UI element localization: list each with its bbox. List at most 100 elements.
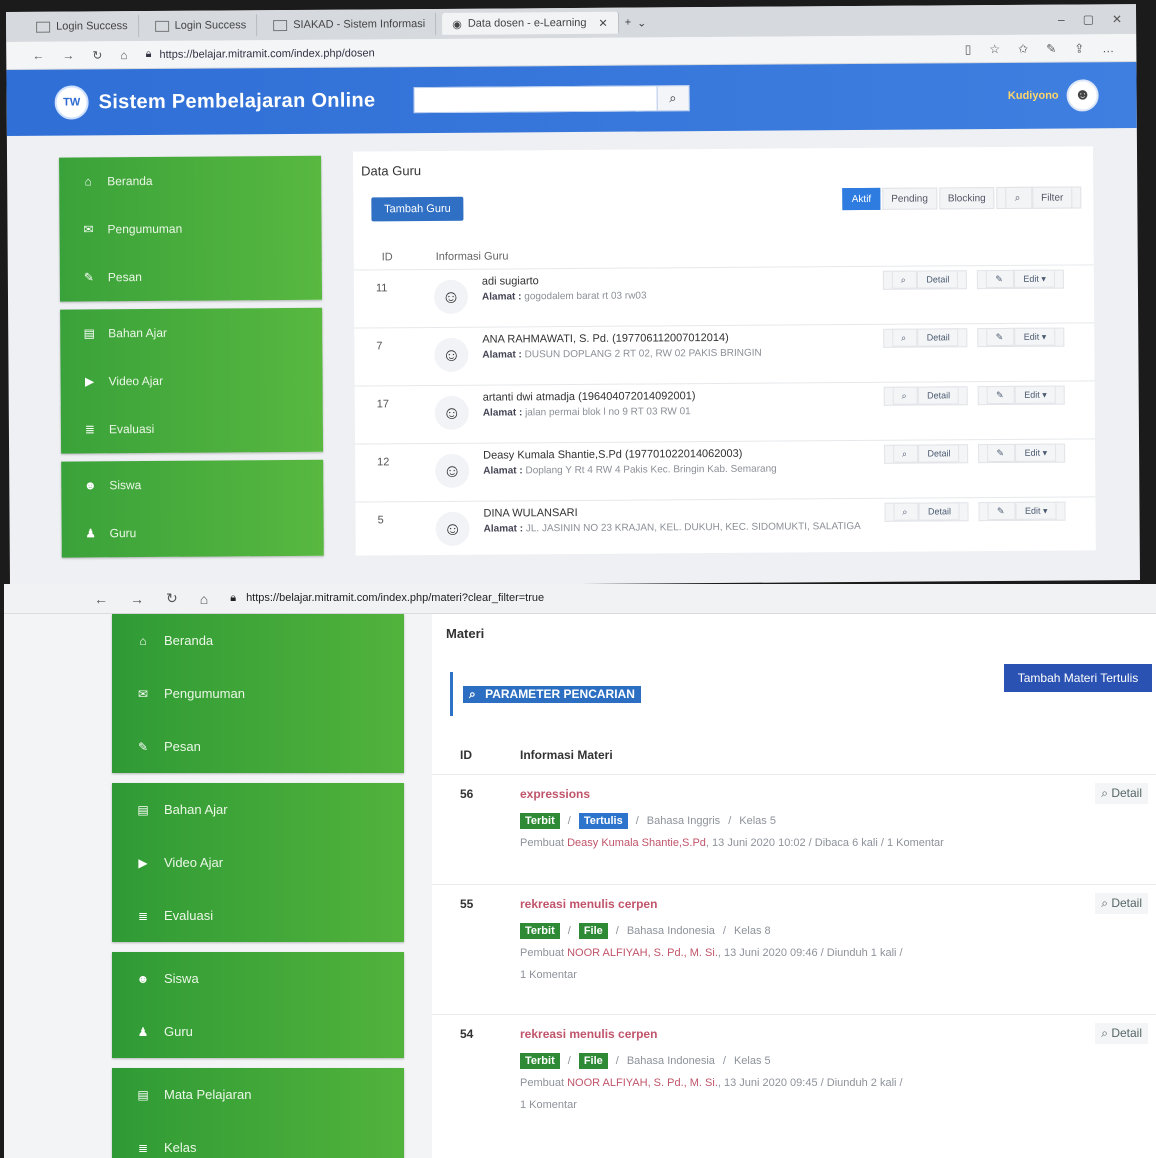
sidebar-item-video-ajar[interactable]: ▶ Video Ajar	[112, 836, 404, 889]
browser-tab[interactable]: SIAKAD - Sistem Informasi	[263, 12, 437, 37]
avatar: ☺	[434, 337, 469, 372]
row-id: 12	[377, 456, 390, 469]
sidebar-item-guru[interactable]: ♟ Guru	[112, 1005, 404, 1058]
sidebar-item-beranda[interactable]: ⌂ Beranda	[59, 156, 321, 206]
column-header-info: Informasi Guru	[435, 250, 509, 263]
sidebar-item-pengumuman[interactable]: ✉ Pengumuman	[59, 204, 321, 254]
sidebar-item-evaluasi[interactable]: ≣ Evaluasi	[112, 889, 404, 942]
sidebar-item-beranda[interactable]: ⌂ Beranda	[112, 614, 404, 667]
add-materi-button[interactable]: Tambah Materi Tertulis	[1004, 664, 1152, 692]
sidebar-item-pesan[interactable]: ✎ Pesan	[60, 252, 322, 302]
sidebar-group: ⌂ Beranda ✉ Pengumuman ✎ Pesan	[59, 155, 323, 302]
sidebar-item-bahan-ajar[interactable]: ▤ Bahan Ajar	[60, 308, 322, 358]
reading-view-icon[interactable]: ▯	[965, 42, 972, 56]
browser-tab-active[interactable]: ◉ Data dosen - e-Learning ✕	[442, 11, 619, 35]
edit-button[interactable]: ✎ Edit ▾	[977, 269, 1064, 290]
materi-title[interactable]: rekreasi menulis cerpen	[520, 1027, 657, 1041]
minimize-icon[interactable]: –	[1058, 13, 1065, 27]
favorite-star-icon[interactable]: ☆	[989, 42, 1000, 56]
sidebar-item-guru[interactable]: ♟ Guru	[61, 508, 323, 558]
chat-icon: ✎	[83, 270, 94, 285]
add-guru-button[interactable]: Tambah Guru	[371, 196, 464, 222]
more-icon[interactable]: …	[1102, 41, 1114, 55]
sidebar-group: ▤ Bahan Ajar ▶ Video Ajar ≣ Evaluasi	[112, 783, 404, 942]
sidebar-item-bahan-ajar[interactable]: ▤ Bahan Ajar	[112, 783, 404, 836]
search-icon[interactable]: ⌕	[657, 85, 690, 112]
edit-button[interactable]: ✎ Edit ▾	[978, 385, 1065, 406]
detail-button[interactable]: ⌕ Detail	[883, 444, 969, 464]
sidebar-item-video-ajar[interactable]: ▶ Video Ajar	[60, 356, 322, 406]
detail-button[interactable]: ⌕ Detail	[882, 270, 968, 290]
row-actions: ⌕ Detail ✎ Edit ▾	[883, 327, 1065, 348]
book-icon: ▤	[137, 802, 149, 817]
filter-pending[interactable]: Pending	[882, 187, 937, 210]
browser-tab[interactable]: Login Success	[26, 15, 139, 38]
sidebar-item-kelas[interactable]: ≣ Kelas	[112, 1121, 404, 1158]
user-menu[interactable]: Kudiyono ☻	[1008, 79, 1099, 112]
url-field[interactable]: 🔒︎ https://belajar.mitramit.com/index.php…	[146, 46, 375, 61]
list-icon: ≣	[137, 908, 149, 923]
url-field[interactable]: 🔒︎ https://belajar.mitramit.com/index.php…	[230, 592, 544, 605]
materi-title[interactable]: rekreasi menulis cerpen	[520, 897, 657, 911]
search-input[interactable]	[413, 85, 658, 114]
main-panel: Data Guru Tambah Guru Aktif Pending Bloc…	[352, 146, 1096, 560]
edit-icon: ✎	[987, 385, 1016, 405]
table-row: 5 ☺ DINA WULANSARI Alamat : JL. JASININ NO …	[355, 496, 1096, 560]
list-icon: ≣	[84, 422, 95, 437]
detail-button[interactable]: ⌕ Detail	[1095, 893, 1148, 914]
home-icon: ⌂	[84, 174, 92, 189]
sidebar-item-siswa[interactable]: ☻ Siswa	[61, 460, 323, 510]
table-row: 12 ☺ Deasy Kumala Shantie,S.Pd (1977010220…	[355, 438, 1096, 502]
guru-address: Alamat : DUSUN DOPLANG 2 RT 02, RW 02 PA…	[482, 347, 762, 361]
search-icon: ⌕	[1101, 896, 1112, 910]
home-icon[interactable]: ⌂	[200, 591, 208, 607]
home-icon[interactable]: ⌂	[120, 48, 127, 62]
detail-button[interactable]: ⌕ Detail	[1095, 1023, 1148, 1044]
forward-icon[interactable]: →	[62, 48, 74, 62]
detail-button[interactable]: ⌕ Detail	[883, 386, 969, 406]
refresh-icon[interactable]: ↻	[166, 590, 178, 607]
forward-icon[interactable]: →	[130, 591, 144, 607]
chevron-down-icon[interactable]: ⌄	[637, 16, 646, 29]
sidebar-item-mata-pelajaran[interactable]: ▤ Mata Pelajaran	[112, 1068, 404, 1121]
search-icon: ⌕	[891, 270, 918, 289]
share-icon[interactable]: ⇪	[1074, 41, 1084, 55]
subject: Bahasa Indonesia	[626, 1055, 715, 1067]
filter-aktif[interactable]: Aktif	[842, 187, 881, 211]
sidebar: ⌂ Beranda ✉ Pengumuman ✎ Pesan ▤ Bahan Ajar …	[59, 155, 324, 566]
sidebar-item-siswa[interactable]: ☻ Siswa	[112, 952, 404, 1005]
status-filter: Aktif Pending Blocking ⌕ Filter	[842, 186, 1082, 211]
browser-tab[interactable]: Login Success	[144, 14, 258, 37]
table-row: 54 rekreasi menulis cerpen Terbit / File / Bah…	[432, 1014, 1156, 1124]
filter-blocking[interactable]: Blocking	[938, 187, 995, 210]
sidebar-item-pesan[interactable]: ✎ Pesan	[112, 720, 404, 773]
edit-button[interactable]: ✎ Edit ▾	[978, 501, 1066, 522]
materi-title[interactable]: expressions	[520, 787, 590, 801]
detail-button[interactable]: ⌕ Detail	[883, 328, 968, 348]
favorites-icon[interactable]: ✩	[1018, 41, 1028, 55]
back-icon[interactable]: ←	[32, 48, 44, 62]
filter-button[interactable]: ⌕ Filter	[996, 186, 1082, 210]
close-icon[interactable]: ✕	[598, 16, 607, 29]
pen-icon[interactable]: ✎	[1046, 41, 1056, 55]
user-icon: ♟	[137, 1024, 149, 1039]
sidebar-item-pengumuman[interactable]: ✉ Pengumuman	[112, 667, 404, 720]
close-window-icon[interactable]: ✕	[1112, 12, 1122, 26]
sidebar-item-evaluasi[interactable]: ≣ Evaluasi	[61, 404, 323, 454]
guru-address: Alamat : gogodalem barat rt 03 rw03	[481, 290, 647, 303]
detail-button[interactable]: ⌕ Detail	[1095, 783, 1148, 804]
search-icon: ⌕	[892, 328, 918, 347]
edit-button[interactable]: ✎ Edit ▾	[978, 443, 1066, 464]
guru-name: adi sugiarto	[481, 275, 539, 288]
class-level: Kelas 8	[733, 925, 771, 937]
detail-button[interactable]: ⌕ Detail	[884, 502, 970, 522]
edit-button[interactable]: ✎ Edit ▾	[977, 327, 1065, 348]
maximize-icon[interactable]: ▢	[1083, 12, 1094, 26]
table-row: 56 expressions Terbit / Tertulis / Bahasa Ingg…	[432, 774, 1156, 884]
stat: Diunduh 2 kali	[826, 1077, 897, 1089]
table-row: 11 ☺ adi sugiarto Alamat : gogodalem barat …	[353, 264, 1095, 328]
search-parameter-panel[interactable]: ⌕ PARAMETER PENCARIAN	[450, 672, 1010, 716]
new-tab-icon[interactable]: +	[625, 17, 632, 29]
refresh-icon[interactable]: ↻	[92, 48, 102, 62]
back-icon[interactable]: ←	[94, 591, 108, 607]
